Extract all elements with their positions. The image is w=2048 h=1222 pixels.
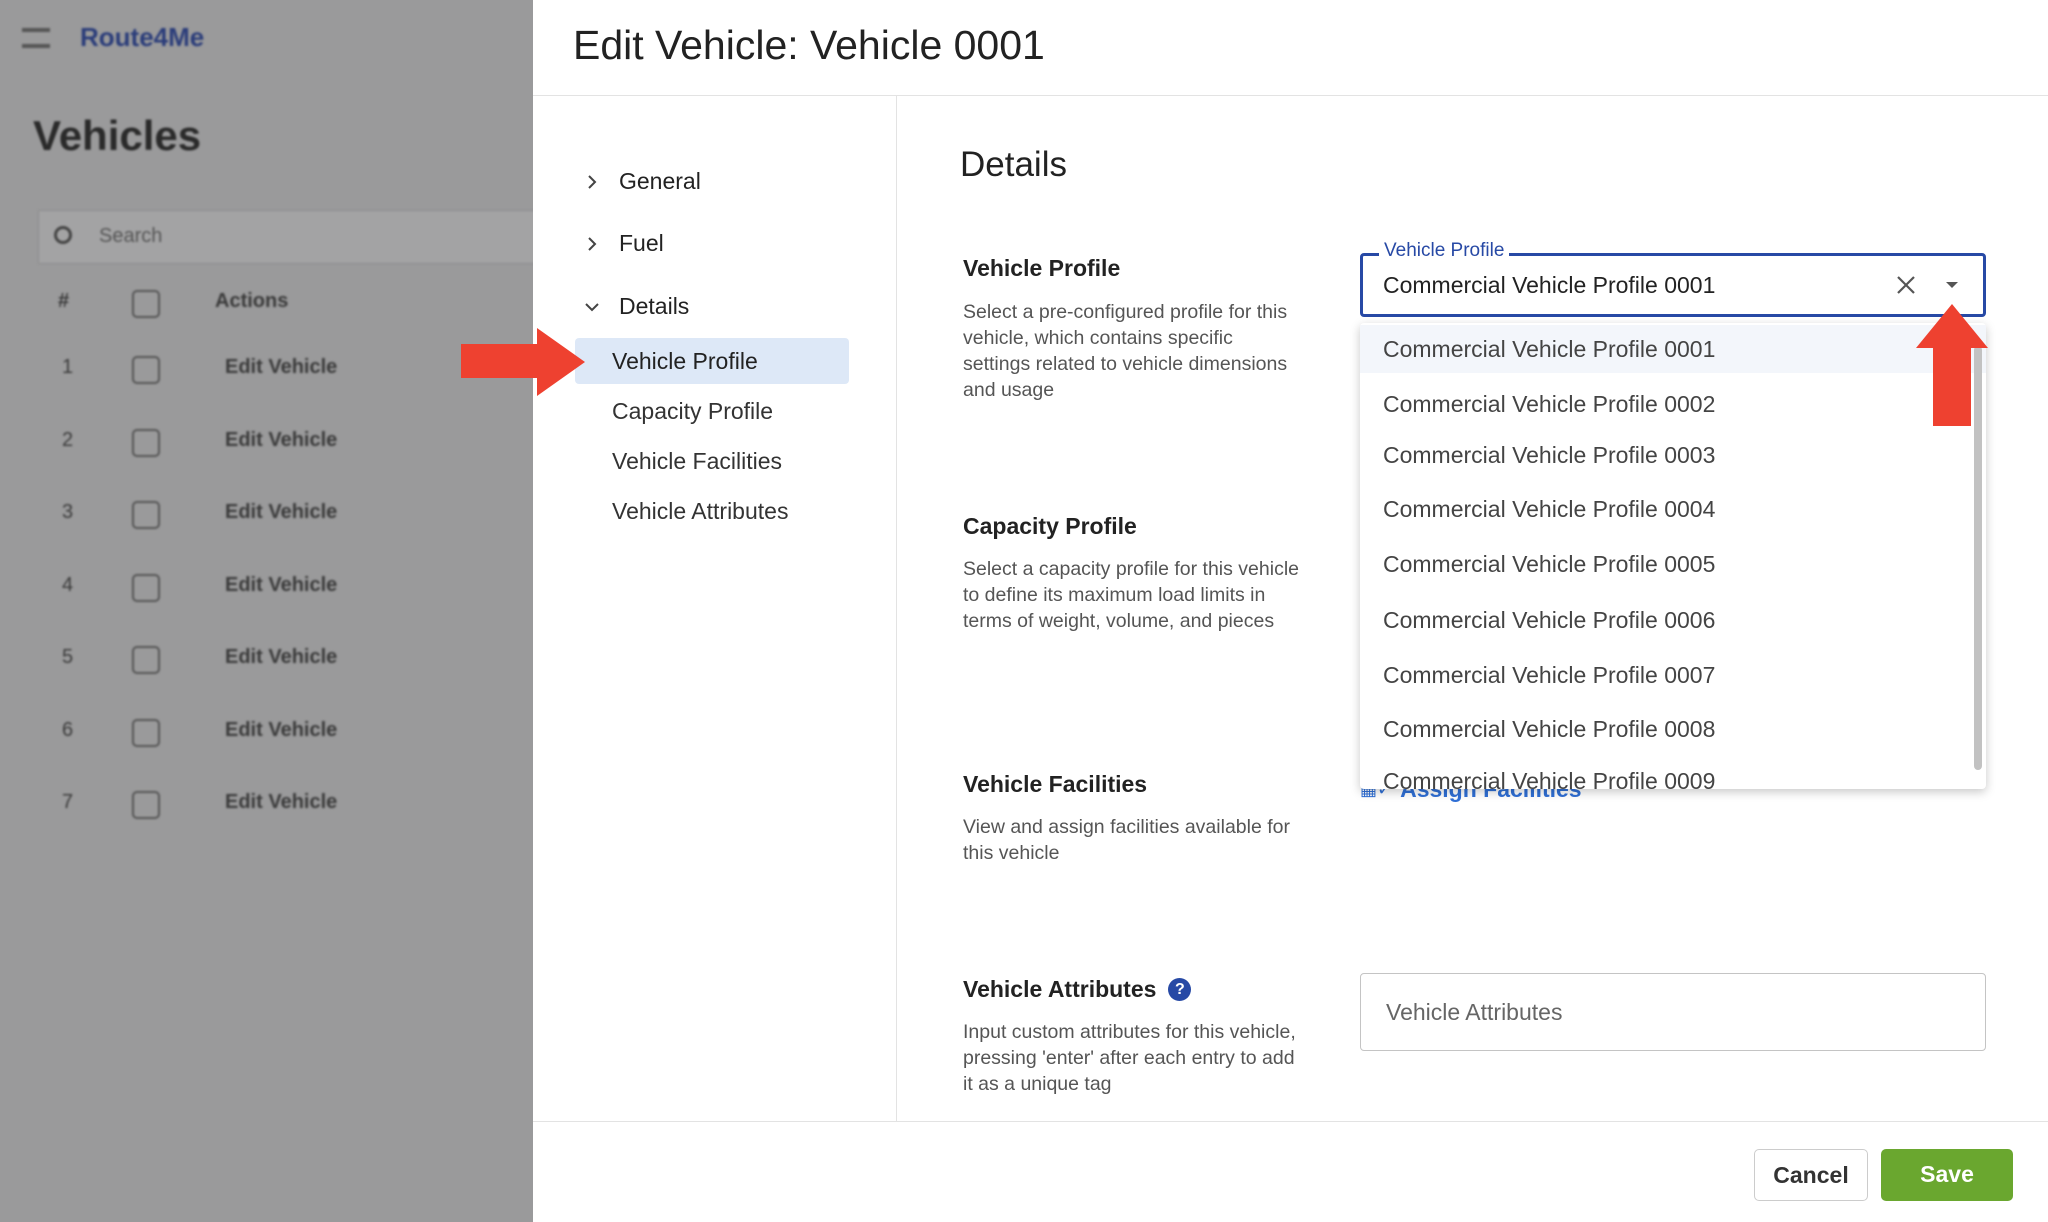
table-row: 4 Edit Vehicle xyxy=(40,573,533,624)
row-checkbox xyxy=(132,791,160,819)
vehicle-profile-dropdown: Commercial Vehicle Profile 0001 Commercia… xyxy=(1360,323,1986,789)
search-icon xyxy=(54,226,72,244)
annotation-arrow-up-icon xyxy=(1916,304,1988,426)
dropdown-option[interactable]: Commercial Vehicle Profile 0006 xyxy=(1360,596,1986,644)
row-checkbox xyxy=(132,428,160,457)
row-checkbox xyxy=(132,356,160,384)
logo: Route4Me xyxy=(80,22,205,52)
vehicle-facilities-description: View and assign facilities available for… xyxy=(963,816,1290,864)
vehicle-attributes-input[interactable]: Vehicle Attributes xyxy=(1360,973,1986,1051)
row-checkbox xyxy=(132,646,160,674)
table-row: 3 Edit Vehicle xyxy=(40,501,533,551)
dropdown-option[interactable]: Commercial Vehicle Profile 0007 xyxy=(1360,651,1986,699)
modal-backdrop[interactable]: Route4Me Vehicles Search # Actions 1 Edit… xyxy=(0,0,533,1222)
nav-group-general[interactable]: General xyxy=(583,168,701,195)
row-checkbox xyxy=(132,573,160,602)
vehicle-profile-select[interactable]: Vehicle Profile Commercial Vehicle Profi… xyxy=(1360,240,1986,317)
table-row: 2 Edit Vehicle xyxy=(40,428,533,479)
page-title: Vehicles xyxy=(33,112,202,159)
table-row: 5 Edit Vehicle xyxy=(40,646,533,696)
vehicle-profile-description: Select a pre-configured profile for this… xyxy=(963,301,1288,401)
dropdown-option[interactable]: Commercial Vehicle Profile 0003 xyxy=(1360,431,1986,479)
nav-item-vehicle-attributes[interactable]: Vehicle Attributes xyxy=(575,488,849,534)
chevron-right-icon xyxy=(588,174,597,189)
dropdown-arrow-icon[interactable] xyxy=(1945,280,1959,290)
select-all-checkbox xyxy=(132,290,160,318)
table-row: 6 Edit Vehicle xyxy=(40,718,533,769)
dropdown-option[interactable]: Commercial Vehicle Profile 0001 xyxy=(1360,325,1986,373)
help-icon[interactable]: ? xyxy=(1168,978,1192,1001)
chevron-down-icon xyxy=(585,302,599,311)
menu-icon xyxy=(22,28,50,48)
cancel-button[interactable]: Cancel xyxy=(1754,1149,1868,1201)
clear-icon[interactable] xyxy=(1895,274,1917,296)
dropdown-option[interactable]: Commercial Vehicle Profile 0002 xyxy=(1360,380,1986,428)
row-checkbox xyxy=(132,718,160,747)
capacity-profile-label: Capacity Profile xyxy=(963,513,1137,539)
vehicle-attributes-label-row: Vehicle Attributes ? xyxy=(963,976,1192,1003)
row-checkbox xyxy=(132,501,160,529)
dropdown-option[interactable]: Commercial Vehicle Profile 0008 xyxy=(1360,705,1986,753)
search-input: Search xyxy=(38,210,533,264)
nav-item-vehicle-facilities[interactable]: Vehicle Facilities xyxy=(575,438,849,484)
capacity-profile-description: Select a capacity profile for this vehic… xyxy=(963,558,1299,632)
table-row: 7 Edit Vehicle xyxy=(40,791,533,841)
nav-group-details[interactable]: Details xyxy=(583,293,689,320)
save-button[interactable]: Save xyxy=(1881,1149,2013,1201)
annotation-arrow-right-icon xyxy=(461,328,585,396)
chevron-right-icon xyxy=(588,236,597,251)
nav-item-capacity-profile[interactable]: Capacity Profile xyxy=(575,388,849,434)
dropdown-option[interactable]: Commercial Vehicle Profile 0005 xyxy=(1360,540,1986,588)
edit-vehicle-modal: Edit Vehicle: Vehicle 0001 General Fuel … xyxy=(533,0,2048,1222)
vehicle-attributes-description: Input custom attributes for this vehicle… xyxy=(963,1021,1296,1095)
modal-title: Edit Vehicle: Vehicle 0001 xyxy=(573,22,1045,68)
nav-group-fuel[interactable]: Fuel xyxy=(583,230,664,257)
dropdown-option[interactable]: Commercial Vehicle Profile 0009 xyxy=(1360,757,1986,789)
vehicle-profile-label: Vehicle Profile xyxy=(963,255,1121,281)
dropdown-option[interactable]: Commercial Vehicle Profile 0004 xyxy=(1360,485,1986,533)
section-title: Details xyxy=(960,145,1067,184)
vehicle-facilities-label: Vehicle Facilities xyxy=(963,771,1148,797)
nav-item-vehicle-profile[interactable]: Vehicle Profile xyxy=(575,338,849,384)
